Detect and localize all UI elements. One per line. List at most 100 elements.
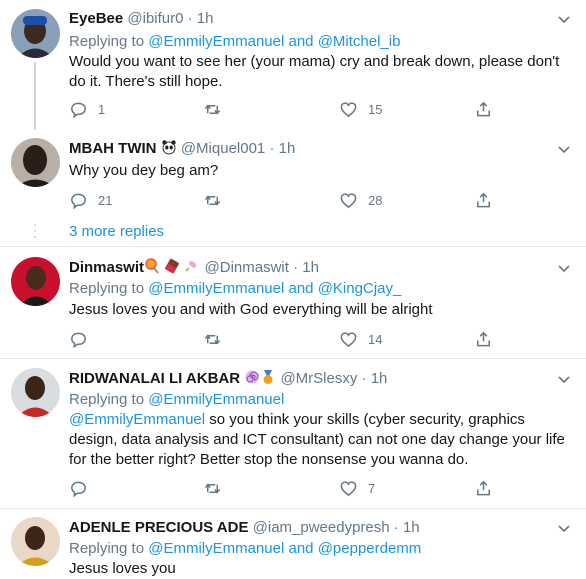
show-more-replies[interactable]: 3 more replies [0, 216, 586, 246]
chocolate-emoji-icon [164, 258, 180, 280]
reply-icon [71, 193, 86, 209]
share-icon [477, 101, 490, 116]
user-handle[interactable]: @ibifur0 [127, 10, 183, 27]
mention-link[interactable]: @Mitchel_ib [318, 33, 401, 50]
share-button[interactable] [474, 98, 493, 120]
avatar[interactable] [11, 368, 60, 417]
like-button[interactable]: 28 [339, 189, 382, 211]
action-bar: 14 [69, 328, 499, 350]
replying-to: Replying to @EmmilyEmmanuel and @pepperd… [69, 539, 421, 559]
heart-icon [340, 101, 357, 117]
tweet-adenle[interactable]: ADENLE PRECIOUS ADE @iam_pweedypresh · 1… [0, 509, 586, 577]
heart-icon [340, 480, 357, 496]
replying-to: Replying to @EmmilyEmmanuel [69, 390, 284, 410]
chevron-down-icon[interactable] [555, 370, 573, 388]
mention-link[interactable]: @EmmilyEmmanuel [148, 391, 284, 408]
and-text: and [288, 280, 314, 297]
tweet-text: Why you dey beg am? [69, 162, 219, 179]
chevron-down-icon[interactable] [555, 10, 573, 28]
chevron-down-icon[interactable] [555, 140, 573, 158]
thread-dots [34, 224, 36, 238]
avatar[interactable] [11, 9, 60, 58]
retweet-button[interactable] [203, 189, 232, 211]
tweet-header: ADENLE PRECIOUS ADE @iam_pweedypresh · 1… [69, 518, 420, 538]
retweet-icon [204, 195, 221, 205]
action-bar: 1 15 [69, 98, 499, 120]
like-button[interactable]: 14 [339, 328, 382, 350]
more-replies-link[interactable]: 3 more replies [69, 222, 164, 242]
tweet-header: MBAH TWIN @Miquel001 · 1h [69, 139, 295, 161]
share-button[interactable] [474, 477, 493, 499]
like-button[interactable]: 7 [339, 477, 375, 499]
replying-label: Replying to [69, 33, 145, 50]
reply-icon [71, 102, 86, 118]
avatar[interactable] [11, 517, 60, 566]
share-icon [477, 331, 490, 346]
timestamp[interactable]: 1h [371, 370, 388, 387]
user-handle[interactable]: @iam_pweedypresh [253, 519, 390, 536]
tweet-eyebee[interactable]: EyeBee @ibifur0 · 1h Replying to @Emmily… [0, 0, 586, 130]
tweet-text: Jesus loves you [69, 560, 176, 577]
and-text: and [288, 33, 314, 50]
mention-link[interactable]: @pepperdemm [318, 540, 422, 557]
share-icon [477, 192, 490, 207]
tweet-header: Dinmaswit @Dinmaswit · 1h [69, 258, 319, 280]
tweet-mbah-twin[interactable]: MBAH TWIN @Miquel001 · 1h Why you dey be… [0, 130, 586, 216]
mention-link[interactable]: @EmmilyEmmanuel [148, 280, 284, 297]
avatar[interactable] [11, 138, 60, 187]
display-name[interactable]: RIDWANALAI LI AKBAR [69, 370, 240, 387]
replying-label: Replying to [69, 540, 145, 557]
separator-dot: · [361, 370, 367, 387]
tweet-ridwanalai[interactable]: RIDWANALAI LI AKBAR @MrSlesxy · 1h Reply… [0, 359, 586, 508]
tweet-text: Would you want to see her (your mama) cr… [69, 53, 560, 90]
tweet-dinmaswit[interactable]: Dinmaswit @Dinmaswit · 1h Replying to @E… [0, 247, 586, 358]
reply-button[interactable] [69, 328, 98, 350]
avatar[interactable] [11, 257, 60, 306]
panda-emoji-icon [161, 139, 177, 161]
reply-button[interactable]: 21 [69, 189, 112, 211]
replying-to: Replying to @EmmilyEmmanuel and @KingCja… [69, 279, 401, 299]
display-name[interactable]: MBAH TWIN [69, 140, 156, 157]
mention-link[interactable]: @EmmilyEmmanuel [148, 33, 284, 50]
display-name[interactable]: Dinmaswit [69, 259, 144, 276]
timestamp[interactable]: 1h [197, 10, 214, 27]
display-name[interactable]: ADENLE PRECIOUS ADE [69, 519, 248, 536]
timestamp[interactable]: 1h [403, 519, 420, 536]
chevron-down-icon[interactable] [555, 259, 573, 277]
like-button[interactable]: 15 [339, 98, 382, 120]
tweet-text: @EmmilyEmmanuel so you think your skills… [69, 410, 574, 470]
separator-dot: · [187, 10, 193, 27]
tweet-header: EyeBee @ibifur0 · 1h [69, 9, 214, 29]
mention-link[interactable]: @EmmilyEmmanuel [69, 411, 205, 428]
and-text: and [288, 540, 314, 557]
user-handle[interactable]: @Miquel001 [181, 140, 265, 157]
reply-button[interactable] [69, 477, 98, 499]
retweet-button[interactable] [203, 98, 232, 120]
separator-dot: · [393, 519, 399, 536]
mention-link[interactable]: @KingCjay_ [318, 280, 402, 297]
retweet-icon [204, 104, 221, 114]
reply-button[interactable]: 1 [69, 98, 105, 120]
share-button[interactable] [474, 328, 493, 350]
action-bar: 7 [69, 477, 499, 499]
separator-dot: · [293, 259, 299, 276]
timestamp[interactable]: 1h [279, 140, 296, 157]
medal-emoji-icon [260, 369, 276, 391]
reply-count: 21 [98, 192, 113, 208]
user-handle[interactable]: @Dinmaswit [205, 259, 289, 276]
like-count: 28 [368, 192, 383, 208]
heart-icon [340, 192, 357, 208]
user-handle[interactable]: @MrSlesxy [280, 370, 357, 387]
replying-label: Replying to [69, 391, 145, 408]
chevron-down-icon[interactable] [555, 519, 573, 537]
mention-link[interactable]: @EmmilyEmmanuel [148, 540, 284, 557]
tweet-text: Jesus loves you and with God everything … [69, 301, 433, 318]
timestamp[interactable]: 1h [302, 259, 319, 276]
replying-label: Replying to [69, 280, 145, 297]
candy-emoji-icon [184, 258, 200, 280]
retweet-button[interactable] [203, 477, 232, 499]
display-name[interactable]: EyeBee [69, 10, 123, 27]
share-icon [477, 480, 490, 495]
retweet-button[interactable] [203, 328, 232, 350]
share-button[interactable] [474, 189, 493, 211]
